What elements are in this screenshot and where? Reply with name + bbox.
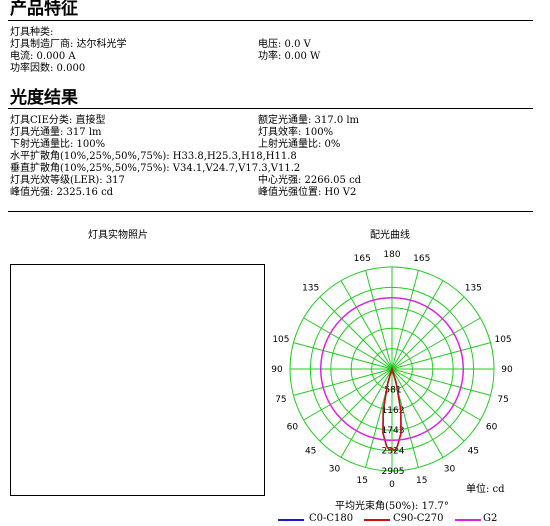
divider xyxy=(8,108,533,109)
polar-angle-label: 105 xyxy=(494,335,511,345)
divider xyxy=(8,211,533,212)
polar-angle-label: 105 xyxy=(272,335,289,345)
section-title-photometric-results: 光度结果 xyxy=(10,88,78,108)
polar-angle-label: 90 xyxy=(271,365,283,375)
manufacturer: 灯具制造厂商: 达尔科光学 xyxy=(10,39,127,50)
polar-angle-label: 90 xyxy=(501,365,513,375)
polar-grid-spoke xyxy=(340,280,393,370)
current: 电流: 0.000 A xyxy=(10,51,76,62)
polar-angle-label: 15 xyxy=(416,476,427,486)
polar-grid-spoke xyxy=(391,368,491,396)
power-factor: 功率因数: 0.000 xyxy=(10,63,86,74)
legend-label-c90-c270: C90-C270 xyxy=(393,513,444,524)
polar-grid-spoke xyxy=(391,317,481,370)
polar-angle-label: 165 xyxy=(413,254,430,264)
polar-caption: 配光曲线 xyxy=(370,230,410,241)
polar-angle-label: 60 xyxy=(486,423,498,433)
polar-angle-label: 0 xyxy=(389,480,395,490)
legend-swatch-c90-c270 xyxy=(364,519,390,521)
divider xyxy=(8,20,533,21)
legend-label-c0-c180: C0-C180 xyxy=(309,513,354,524)
center-intensity: 中心光强: 2266.05 cd xyxy=(258,175,362,186)
efficiency: 灯具效率: 100% xyxy=(258,127,334,138)
legend-swatch-c0-c180 xyxy=(278,519,304,521)
lamp-flux: 灯具光通量: 317 lm xyxy=(10,127,102,138)
beam-angle-label: 平均光束角(50%): 17.7° xyxy=(335,501,449,512)
legend-label-g2: G2 xyxy=(483,513,498,524)
polar-grid-spoke xyxy=(303,317,393,370)
vertical-spread: 垂直扩散角(10%,25%,50%,75%): V34.1,V24.7,V17.… xyxy=(10,163,301,174)
down-flux-ratio: 下射光通量比: 100% xyxy=(10,139,106,150)
legend-swatch-g2 xyxy=(455,519,481,521)
polar-grid-spoke xyxy=(391,270,419,370)
polar-grid-spoke xyxy=(391,368,481,421)
polar-angle-label: 60 xyxy=(287,423,299,433)
ler: 灯具光效等级(LER): 317 xyxy=(10,175,125,186)
unit-label: 单位: cd xyxy=(466,484,505,495)
polar-angle-label: 30 xyxy=(444,465,456,475)
polar-angle-label: 45 xyxy=(305,446,316,456)
section-title-product-features: 产品特征 xyxy=(10,0,78,19)
lamp-type: 灯具种类: xyxy=(10,27,54,38)
horizontal-spread: 水平扩散角(10%,25%,50%,75%): H33.8,H25.3,H18,… xyxy=(10,151,297,162)
up-flux-ratio: 上射光通量比: 0% xyxy=(258,139,341,150)
photo-caption: 灯具实物照片 xyxy=(88,230,148,241)
polar-radial-tick-label: 2324 xyxy=(382,447,405,457)
voltage: 电压: 0.0 V xyxy=(258,39,311,50)
polar-grid-spoke xyxy=(293,342,393,370)
rated-flux: 额定光通量: 317.0 lm xyxy=(258,115,360,126)
polar-angle-label: 75 xyxy=(497,395,508,405)
polar-angle-label: 135 xyxy=(465,284,482,294)
polar-grid-spoke xyxy=(391,342,491,370)
polar-grid-spoke xyxy=(303,368,393,421)
polar-angle-label: 165 xyxy=(354,254,371,264)
chart-legend: C0-C180 C90-C270 G2 xyxy=(278,512,538,526)
polar-grid-spoke xyxy=(365,270,393,370)
cie-class: 灯具CIE分类: 直接型 xyxy=(10,115,106,126)
polar-angle-label: 30 xyxy=(329,465,341,475)
polar-grid-spoke xyxy=(293,368,393,396)
peak-position: 峰值光强位置: H0 V2 xyxy=(258,187,357,198)
polar-angle-label: 45 xyxy=(468,446,479,456)
polar-radial-tick-label: 2905 xyxy=(382,467,405,477)
polar-angle-label: 75 xyxy=(275,395,286,405)
power: 功率: 0.00 W xyxy=(258,51,321,62)
peak-intensity: 峰值光强: 2325.16 cd xyxy=(10,187,114,198)
polar-angle-label: 135 xyxy=(302,284,319,294)
polar-grid-spoke xyxy=(391,280,444,370)
polar-angle-label: 180 xyxy=(383,250,400,260)
polar-angle-label: 15 xyxy=(357,476,368,486)
lamp-photo xyxy=(10,264,265,496)
polar-intensity-chart: 180 165 165 135 135 105 105 90 90 75 75 60 60 45 45 30 3… xyxy=(271,250,513,490)
